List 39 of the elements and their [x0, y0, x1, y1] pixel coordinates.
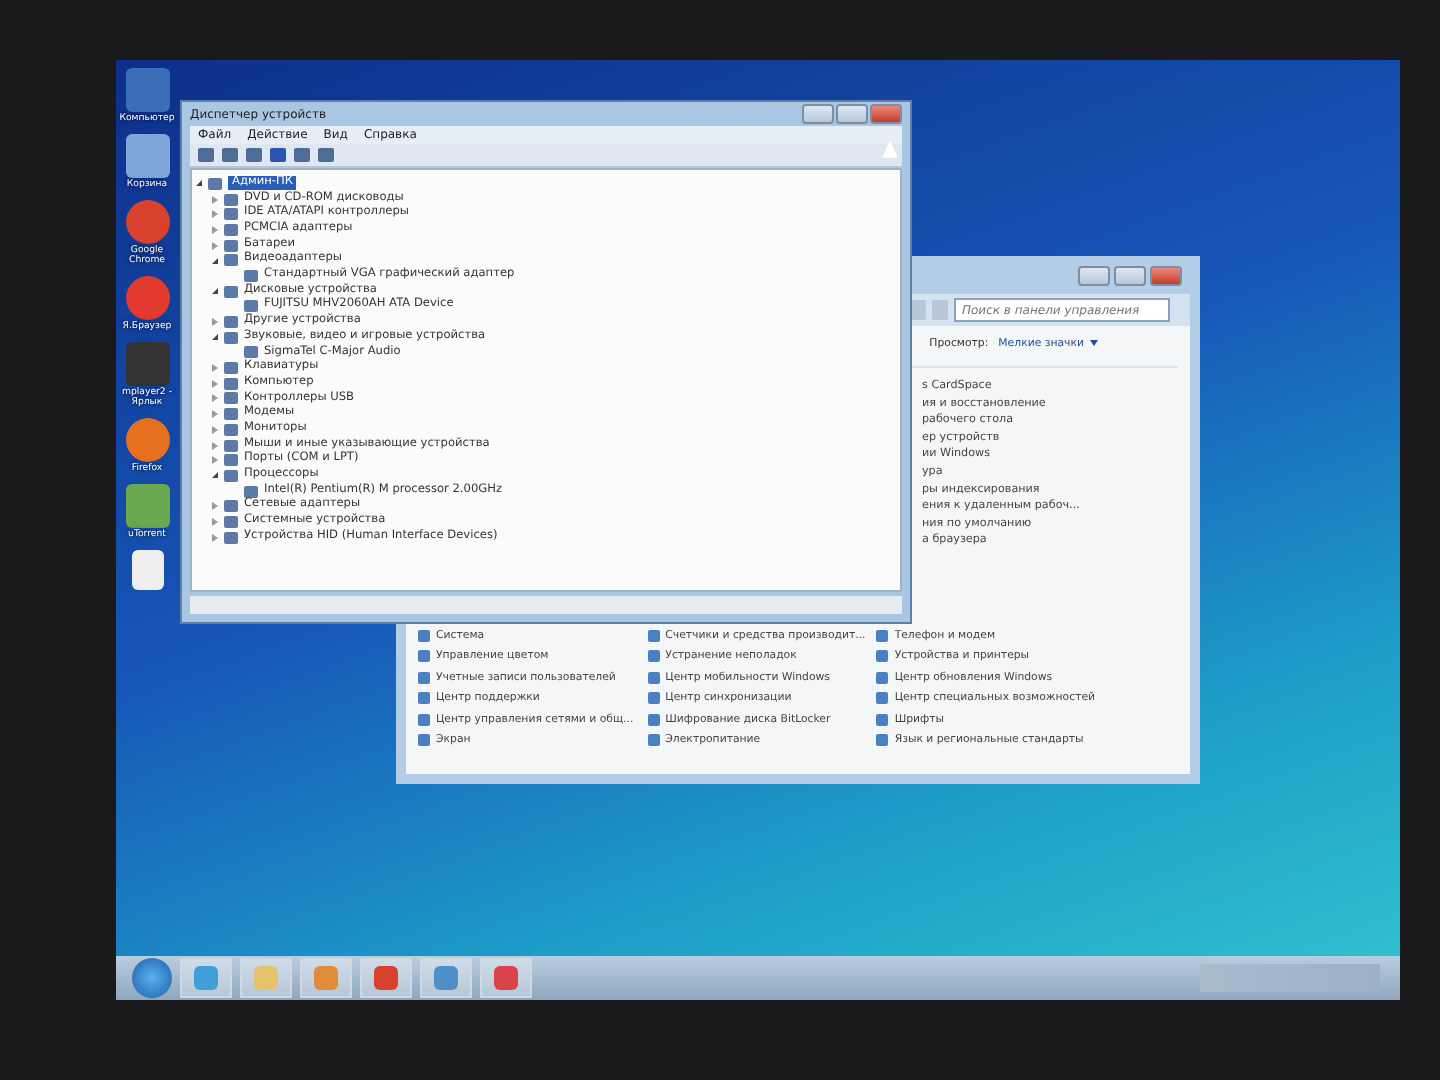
expand-icon[interactable]: [212, 456, 218, 465]
caret-icon: [1090, 340, 1098, 347]
app-icon: [194, 966, 218, 990]
maximize-button[interactable]: [836, 104, 868, 124]
expand-icon[interactable]: [212, 517, 218, 526]
minimize-button[interactable]: [802, 104, 834, 124]
expand-icon[interactable]: [212, 379, 218, 388]
taskbar-button[interactable]: [180, 958, 232, 998]
collapse-icon[interactable]: [212, 334, 218, 341]
expand-icon[interactable]: [212, 241, 218, 250]
taskbar-button[interactable]: [360, 958, 412, 998]
start-button[interactable]: [132, 958, 172, 998]
expand-icon[interactable]: [212, 441, 218, 450]
collapse-icon[interactable]: [212, 257, 218, 264]
taskbar-button[interactable]: [420, 958, 472, 998]
expand-icon[interactable]: [212, 195, 218, 204]
app-icon: [374, 966, 398, 990]
close-button[interactable]: [1150, 266, 1182, 286]
expand-icon[interactable]: [212, 533, 218, 542]
document-icon[interactable]: [131, 550, 163, 591]
expand-icon[interactable]: [212, 425, 218, 434]
expand-icon[interactable]: [212, 364, 218, 373]
collapse-icon[interactable]: [212, 472, 218, 479]
mouse-pointer-icon: [882, 140, 898, 158]
expand-icon[interactable]: [212, 210, 218, 219]
maximize-button[interactable]: [1114, 266, 1146, 286]
taskbar-button[interactable]: [300, 958, 352, 998]
collapse-icon[interactable]: [212, 288, 218, 295]
app-icon: [494, 966, 518, 990]
close-button[interactable]: [870, 104, 902, 124]
app-icon: [314, 966, 338, 990]
expand-icon[interactable]: [212, 502, 218, 511]
minimize-button[interactable]: [1078, 266, 1110, 286]
collapse-icon[interactable]: [196, 180, 202, 187]
expand-icon[interactable]: [212, 225, 218, 234]
taskbar-button[interactable]: [480, 958, 532, 998]
expand-icon[interactable]: [212, 410, 218, 419]
expand-icon[interactable]: [212, 318, 218, 327]
expand-icon[interactable]: [212, 394, 218, 403]
